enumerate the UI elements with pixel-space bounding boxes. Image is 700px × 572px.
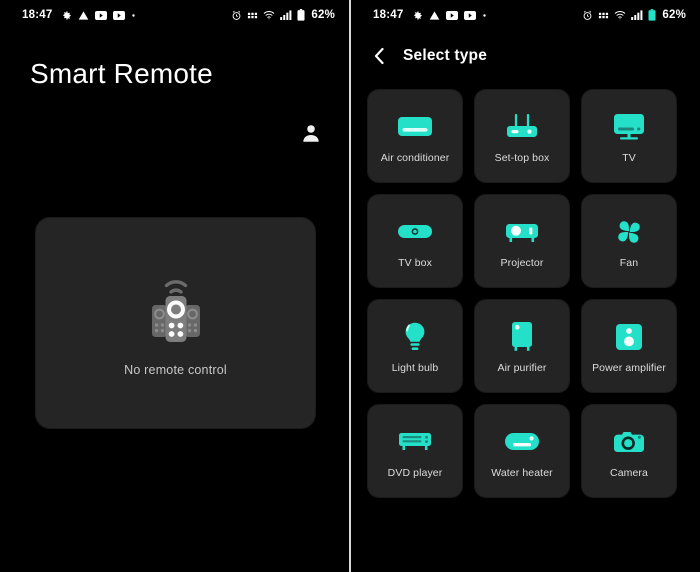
- battery-percent: 62%: [662, 9, 686, 21]
- warning-triangle-icon: [78, 10, 89, 21]
- device-tile-label: Set-top box: [494, 151, 550, 164]
- page-title: Smart Remote: [30, 58, 213, 89]
- device-tile-label: TV box: [398, 256, 432, 269]
- device-tile-label: Power amplifier: [592, 361, 666, 374]
- right-screen: 18:47 62% Select type Air conditioner Se…: [351, 0, 700, 572]
- person-icon[interactable]: [300, 122, 322, 144]
- air-purifier-icon: [510, 318, 534, 356]
- status-right-icons: 62%: [231, 9, 335, 21]
- youtube-icon: [95, 10, 108, 20]
- fan-icon: [614, 213, 644, 251]
- device-tile-label: Air purifier: [497, 361, 547, 374]
- tv-icon: [613, 108, 645, 146]
- device-tile-label: Light bulb: [391, 361, 439, 374]
- dot-icon: [131, 13, 136, 18]
- device-tile-label: TV: [622, 151, 636, 164]
- status-clock: 18:47: [22, 9, 53, 21]
- dot-icon: [482, 13, 487, 18]
- chevron-left-icon[interactable]: [369, 46, 389, 66]
- top-app-bar: Select type: [351, 30, 700, 66]
- camera-icon: [614, 423, 644, 461]
- left-screen: 18:47 62% Smart Remote No remote control: [0, 0, 349, 572]
- warning-triangle-icon: [429, 10, 440, 21]
- gear-icon: [412, 10, 423, 21]
- signal-bars-icon: [631, 10, 643, 20]
- status-bar-left: 18:47 62%: [0, 0, 349, 30]
- alarm-clock-icon: [231, 10, 242, 21]
- account-row: [0, 122, 349, 144]
- screen-title: Select type: [403, 47, 488, 64]
- device-tile-tv-box[interactable]: TV box: [368, 195, 462, 287]
- device-tile-label: Projector: [500, 256, 544, 269]
- projector-icon: [505, 213, 539, 251]
- device-tile-power-amplifier[interactable]: Power amplifier: [582, 300, 676, 392]
- light-bulb-icon: [404, 318, 426, 356]
- power-amplifier-icon: [616, 318, 642, 356]
- empty-state-card[interactable]: No remote control: [36, 218, 315, 428]
- youtube-icon: [446, 10, 459, 20]
- set-top-box-icon: [505, 108, 539, 146]
- dual-screenshot-container: 18:47 62% Smart Remote No remote control…: [0, 0, 700, 572]
- status-bar-right: 18:47 62%: [351, 0, 700, 30]
- vpn-icon: [598, 10, 609, 21]
- device-type-grid: Air conditioner Set-top box TV TV box Pr…: [351, 66, 700, 497]
- device-tile-label: Air conditioner: [380, 151, 450, 164]
- status-right-icons: 62%: [582, 9, 686, 21]
- device-tile-set-top-box[interactable]: Set-top box: [475, 90, 569, 182]
- three-remotes-signal-icon: [139, 269, 213, 363]
- tv-box-icon: [398, 213, 432, 251]
- air-conditioner-icon: [398, 108, 432, 146]
- device-tile-tv[interactable]: TV: [582, 90, 676, 182]
- youtube-icon: [464, 10, 477, 20]
- device-tile-label: Fan: [619, 256, 639, 269]
- alarm-clock-icon: [582, 10, 593, 21]
- device-tile-light-bulb[interactable]: Light bulb: [368, 300, 462, 392]
- device-tile-label: Camera: [610, 466, 648, 479]
- status-clock: 18:47: [373, 9, 404, 21]
- vpn-icon: [247, 10, 258, 21]
- battery-icon: [648, 9, 656, 21]
- battery-icon: [297, 9, 305, 21]
- device-tile-label: Water heater: [491, 466, 553, 479]
- wifi-icon: [614, 10, 626, 20]
- status-left-icons: [61, 10, 231, 21]
- dvd-player-icon: [398, 423, 432, 461]
- device-tile-dvd-player[interactable]: DVD player: [368, 405, 462, 497]
- device-tile-air-conditioner[interactable]: Air conditioner: [368, 90, 462, 182]
- device-tile-camera[interactable]: Camera: [582, 405, 676, 497]
- gear-icon: [61, 10, 72, 21]
- device-tile-air-purifier[interactable]: Air purifier: [475, 300, 569, 392]
- signal-bars-icon: [280, 10, 292, 20]
- status-left-icons: [412, 10, 582, 21]
- battery-percent: 62%: [311, 9, 335, 21]
- empty-state-message: No remote control: [124, 363, 227, 377]
- device-tile-projector[interactable]: Projector: [475, 195, 569, 287]
- device-tile-fan[interactable]: Fan: [582, 195, 676, 287]
- device-tile-label: DVD player: [387, 466, 443, 479]
- water-heater-icon: [505, 423, 539, 461]
- wifi-icon: [263, 10, 275, 20]
- youtube-icon: [113, 10, 126, 20]
- device-tile-water-heater[interactable]: Water heater: [475, 405, 569, 497]
